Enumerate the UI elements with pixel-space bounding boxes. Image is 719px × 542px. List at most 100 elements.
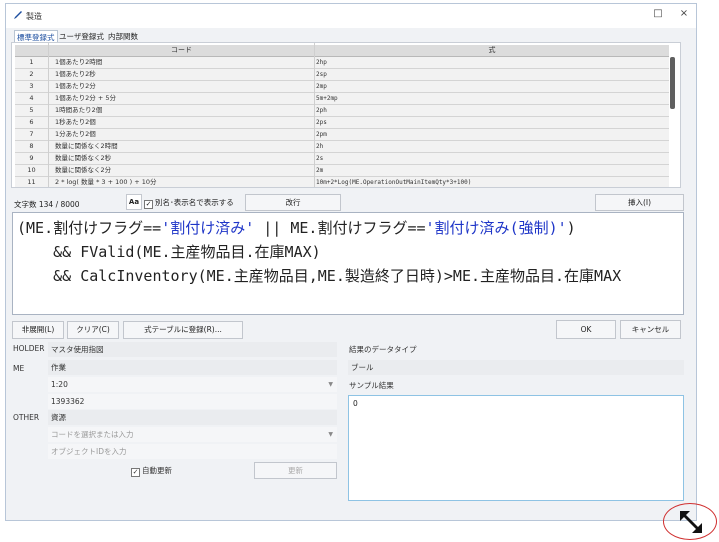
row-code: 数量に関係なく2分 [55,166,112,174]
me-type-field: 作業 [48,360,337,375]
collapse-button[interactable]: 非展開(L) [12,321,64,339]
row-expression: 2m [316,167,324,174]
editor-text: || ME.割付けフラグ== [254,219,426,237]
pen-icon [14,11,22,19]
row-expression: 5m+2mp [316,95,338,102]
table-row[interactable]: 2 1個あたり2秒 2sp [15,69,669,81]
table-header: コード 式 [15,45,669,57]
clear-button[interactable]: クリア(C) [67,321,119,339]
result-type-label: 結果のデータタイプ [349,345,417,354]
row-expression: 2s [316,155,324,162]
sample-result-value: 0 [353,399,358,408]
row-code: 1秒あたり2個 [55,118,96,126]
holder-field: マスタ使用指図 [48,342,337,357]
row-number: 5 [29,106,34,114]
editor-text: (ME.割付けフラグ== [17,219,162,237]
header-expression: 式 [488,46,496,54]
row-expression: 2hp [316,59,327,66]
editor-line-1: (ME.割付けフラグ=='割付け済み' || ME.割付けフラグ=='割付け済み… [17,219,576,237]
row-number: 11 [27,178,36,186]
chevron-down-icon[interactable]: ▼ [328,427,333,442]
other-label: OTHER [13,413,40,422]
other-type-field: 資源 [48,410,337,425]
checkbox-mark[interactable]: ✓ [144,200,153,209]
row-number: 8 [29,142,34,150]
table-row[interactable]: 1 1個あたり2時間 2hp [15,57,669,69]
formula-table: コード 式 1 1個あたり2時間 2hp 2 1個あたり2秒 2sp 3 1個あたり2分 2mp… [11,42,681,188]
sample-result-label: サンプル結果 [349,381,394,390]
row-number: 2 [29,70,34,78]
sample-result-box[interactable]: 0 [348,395,684,501]
auto-update-label: 自動更新 [142,466,172,475]
insert-button[interactable]: 挿入(I) [595,194,684,211]
row-number: 1 [29,58,34,66]
row-code: 1個あたり2分 [55,82,96,90]
row-code: 数量に関係なく2時間 [55,142,118,150]
other-id-field[interactable]: オブジェクトIDを入力 [48,444,337,459]
table-row[interactable]: 6 1秒あたり2個 2ps [15,117,669,129]
table-row[interactable]: 10 数量に関係なく2分 2m [15,165,669,177]
column-divider [48,43,49,187]
header-code: コード [171,46,192,54]
checkbox-mark[interactable]: ✓ [131,468,140,477]
other-code-placeholder: コードを選択または入力 [51,430,134,439]
row-code: 1個あたり2時間 [55,58,103,66]
table-row[interactable]: 9 数量に関係なく2秒 2s [15,153,669,165]
row-code: 1時間あたり2個 [55,106,103,114]
table-row[interactable]: 5 1時間あたり2個 2ph [15,105,669,117]
row-expression: 2sp [316,71,327,78]
formula-editor[interactable]: (ME.割付けフラグ=='割付け済み' || ME.割付けフラグ=='割付け済み… [12,212,684,315]
other-code-combo[interactable]: コードを選択または入力 ▼ [48,427,337,442]
row-number: 10 [27,166,36,174]
register-to-table-button[interactable]: 式テーブルに登録(R)... [123,321,243,339]
close-button[interactable]: × [674,7,694,21]
maximize-button[interactable]: □ [648,7,668,21]
row-code: 1分あたり2個 [55,130,96,138]
ok-button[interactable]: OK [556,320,616,339]
result-type-field: ブール [348,360,684,375]
editor-line-2: && FValid(ME.主産物品目.在庫MAX) [17,243,321,261]
row-expression: 2ps [316,119,327,126]
row-number: 4 [29,94,34,102]
me-id-field[interactable]: 1393362 [48,394,337,409]
row-number: 3 [29,82,34,90]
row-code: 数量に関係なく2秒 [55,154,112,162]
row-expression: 2pm [316,131,327,138]
row-expression: 10m+2*Log(ME.OperationOutMainItemQty*3+1… [316,179,472,186]
title-bar: 製造 □ × [6,4,696,28]
table-scrollbar[interactable] [670,57,675,109]
row-code: 1個あたり2秒 [55,70,96,78]
holder-label: HOLDER [13,344,45,353]
resize-highlight-annotation [663,503,717,540]
row-number: 7 [29,130,34,138]
row-expression: 2mp [316,83,327,90]
editor-line-3: && CalcInventory(ME.主産物品目,ME.製造終了日時)>ME.… [17,267,622,285]
chevron-down-icon[interactable]: ▼ [328,377,333,392]
char-count: 文字数 134 / 8000 [14,200,80,209]
window-title: 製造 [26,12,42,21]
row-expression: 2h [316,143,324,150]
table-row[interactable]: 11 2 * log( 数量 * 3 + 100 ) + 10分 10m+2*Log… [15,177,669,187]
newline-button[interactable]: 改行 [245,194,341,211]
cancel-button[interactable]: キャンセル [620,320,681,339]
font-size-button[interactable]: Aa [126,194,142,210]
table-row[interactable]: 4 1個あたり2分 + 5分 5m+2mp [15,93,669,105]
editor-string: '割付け済み(強制)' [425,219,567,237]
me-code-combo[interactable]: 1:20 ▼ [48,377,337,392]
me-code-value: 1:20 [51,380,68,389]
update-button[interactable]: 更新 [254,462,337,479]
me-label: ME [13,364,25,373]
row-number: 6 [29,118,34,126]
row-number: 9 [29,154,34,162]
row-code: 2 * log( 数量 * 3 + 100 ) + 10分 [55,178,157,186]
alias-display-checkbox[interactable]: ✓ 別名･表示名で表示する [144,197,234,209]
table-row[interactable]: 8 数量に関係なく2時間 2h [15,141,669,153]
row-expression: 2ph [316,107,327,114]
table-row[interactable]: 7 1分あたり2個 2pm [15,129,669,141]
auto-update-checkbox[interactable]: ✓ 自動更新 [131,465,172,477]
row-code: 1個あたり2分 + 5分 [55,94,116,102]
table-row[interactable]: 3 1個あたり2分 2mp [15,81,669,93]
editor-text: ) [566,219,576,237]
editor-string: '割付け済み' [161,219,255,237]
column-divider [314,43,315,187]
